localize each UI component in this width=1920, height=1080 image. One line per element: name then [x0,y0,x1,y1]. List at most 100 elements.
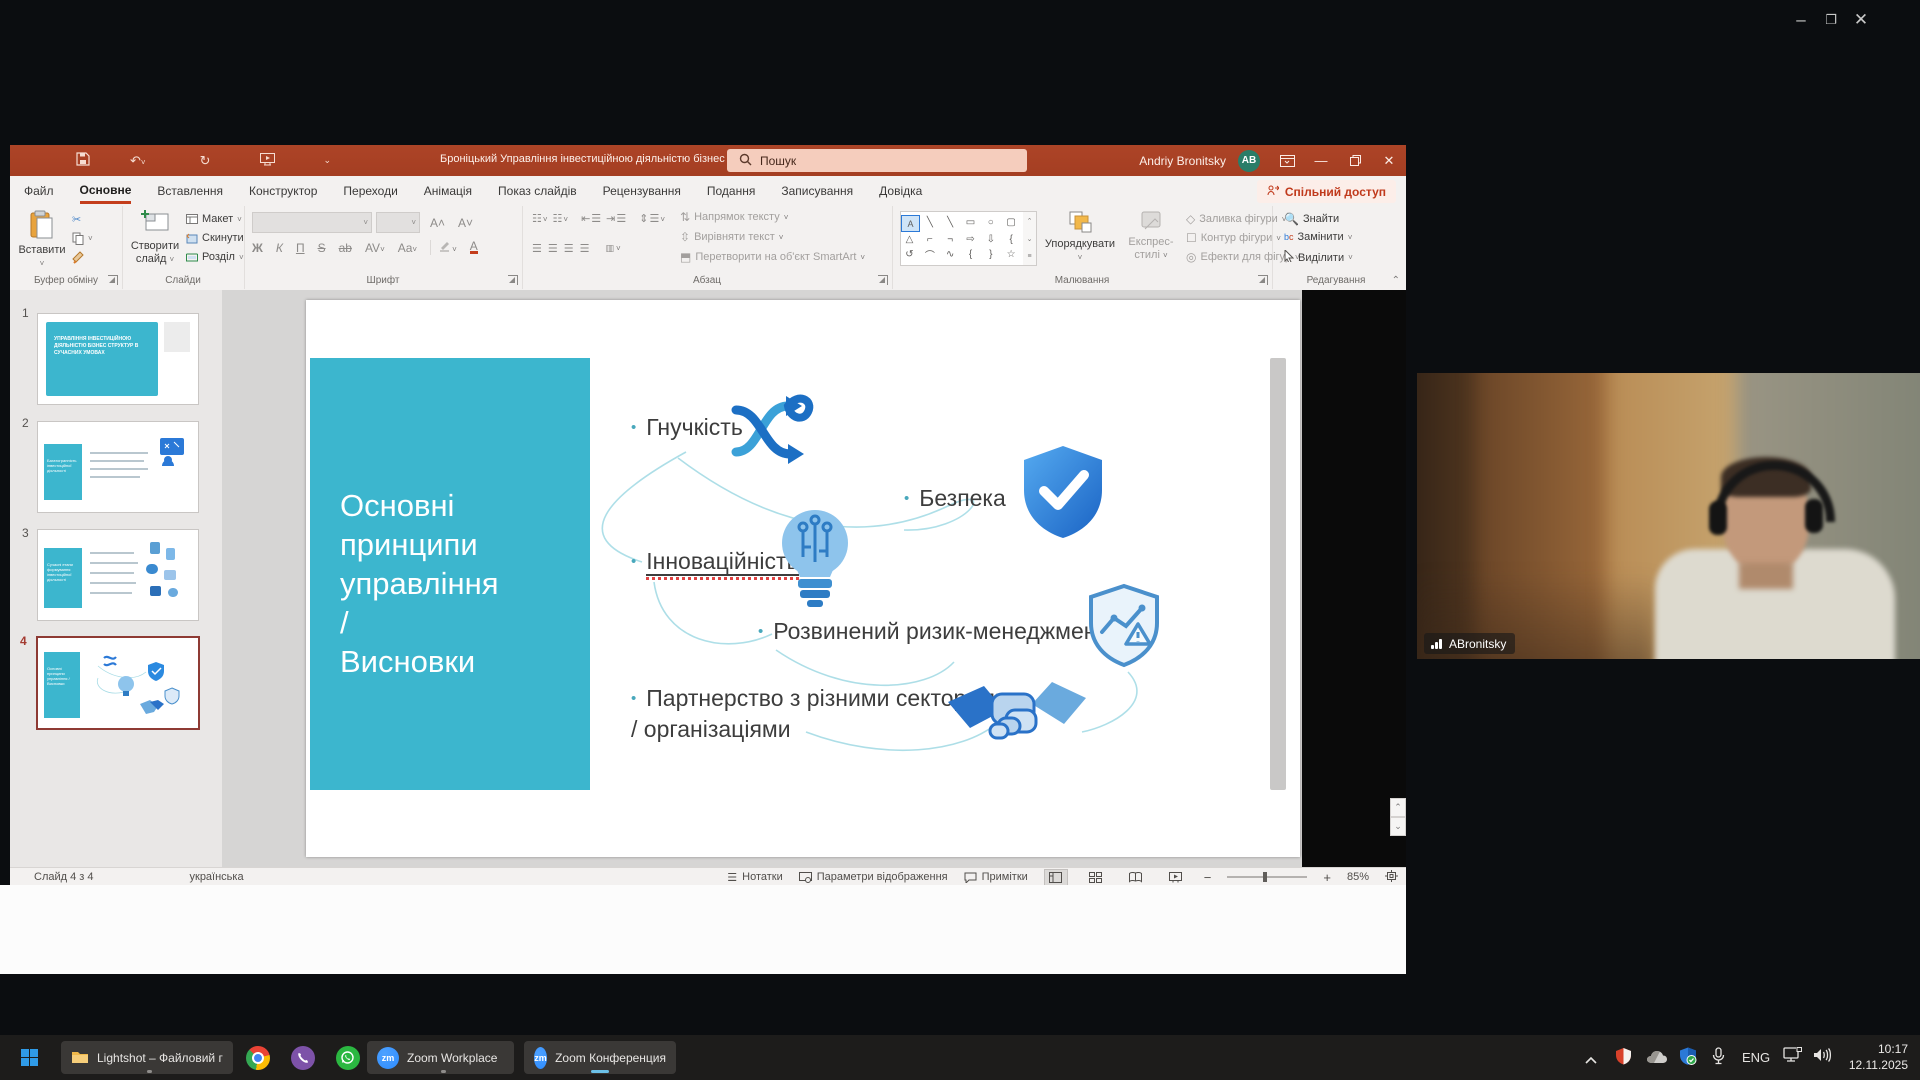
font-color-button[interactable]: А [470,241,478,254]
bullet-risk[interactable]: Розвинений ризик-менеджмент [758,616,1107,647]
search-box[interactable]: Пошук [727,149,1027,172]
shuffle-arrows-icon[interactable] [726,380,826,478]
tray-network-icon[interactable] [1783,1047,1803,1069]
normal-view-button[interactable] [1044,869,1068,886]
bullet-security[interactable]: Безпека [904,483,1006,514]
layout-button[interactable]: Макет˅ [186,213,242,225]
tray-microphone-icon[interactable] [1712,1047,1725,1070]
comments-button[interactable]: Примітки [964,871,1028,883]
bold-button[interactable]: Ж [252,241,263,255]
align-text-button[interactable]: ⇳Вирівняти текст˅ [680,230,783,244]
shell-restore-button[interactable]: ❐ [1816,12,1846,28]
language-indicator[interactable]: українська [190,871,244,883]
slide-scrollbar[interactable] [1270,358,1286,790]
undo-icon[interactable]: ↶˅ [130,153,146,169]
shapes-gallery-scroll[interactable]: ⌃⌄≡ [1023,211,1037,266]
shell-close-button[interactable]: ✕ [1846,10,1876,30]
tray-onedrive-icon[interactable] [1646,1050,1668,1069]
shrink-font-button[interactable]: A˅ [458,216,473,230]
ribbon-display-options-icon[interactable] [1270,145,1304,176]
select-button[interactable]: Виділити˅ [1284,250,1353,265]
tab-design[interactable]: Конструктор [249,180,317,202]
reading-view-button[interactable] [1124,869,1148,886]
zoom-slider[interactable] [1227,876,1307,878]
strikethrough2-button[interactable]: ab [339,241,352,255]
align-right-button[interactable]: ☰ [564,242,576,255]
slide-thumbnail-3[interactable]: Сучасні етапи формування інвестиційної д… [38,530,198,620]
paragraph-dialog-launcher[interactable] [878,275,888,285]
slideshow-view-button[interactable] [1164,869,1188,886]
line-spacing-button[interactable]: ⇕☰˅ [639,212,666,225]
slide-thumbnail-4[interactable]: Основні принципи управління / Висновки [38,638,198,728]
highlight-button[interactable]: ˅ [430,240,457,255]
text-direction-button[interactable]: ⇅Напрямок тексту˅ [680,210,788,224]
strikethrough-button[interactable]: S [318,241,326,255]
tab-animations[interactable]: Анімація [424,180,472,202]
tab-review[interactable]: Рецензування [603,180,681,202]
align-left-button[interactable]: ☰ [532,242,544,255]
tray-security-icon[interactable] [1615,1047,1632,1070]
shape-outline-button[interactable]: ☐Контур фігури˅ [1186,231,1281,245]
tab-insert[interactable]: Вставлення [157,180,223,202]
section-button[interactable]: Розділ˅ [186,251,244,263]
numbering-button[interactable]: ☷˅ [553,212,570,225]
grow-font-button[interactable]: A˄ [430,216,445,230]
ppt-minimize-button[interactable]: — [1304,145,1338,176]
taskbar-app-viber[interactable] [287,1042,318,1073]
italic-button[interactable]: К [276,241,283,255]
tray-chevron-icon[interactable] [1585,1051,1597,1069]
font-name-combo[interactable]: ˅ [252,212,372,233]
tab-slideshow[interactable]: Показ слайдів [498,180,577,202]
tab-home[interactable]: Основне [80,179,132,204]
zoom-level[interactable]: 85% [1347,871,1369,883]
webcam-video[interactable]: ABronitsky [1417,373,1920,659]
redo-icon[interactable]: ↻ [200,153,211,169]
lightbulb-icon[interactable] [778,503,852,615]
reset-button[interactable]: Скинути [186,232,244,244]
customize-qat-icon[interactable]: ⌄ [323,155,331,166]
slide-sorter-view-button[interactable] [1084,869,1108,886]
fit-to-window-icon[interactable] [1385,870,1398,885]
columns-button[interactable]: ▥˅ [606,243,623,254]
tray-defender-icon[interactable] [1679,1047,1697,1070]
zoom-slider-thumb[interactable] [1263,872,1267,882]
drawing-dialog-launcher[interactable] [1258,275,1268,285]
font-dialog-launcher[interactable] [508,275,518,285]
start-slideshow-icon[interactable] [260,153,275,169]
tab-record[interactable]: Записування [781,180,853,202]
format-painter-button[interactable] [72,251,85,264]
taskbar-app-zoom-meeting[interactable]: zm Zoom Конференция [524,1041,676,1074]
tab-help[interactable]: Довідка [879,180,922,202]
ppt-close-button[interactable]: ✕ [1372,145,1406,176]
collapse-ribbon-icon[interactable]: ⌃ [1392,275,1400,286]
slide-page[interactable]: Основні принципи управління / Висновки Г… [306,300,1300,857]
decrease-indent-button[interactable]: ⇤☰ [581,212,602,225]
account-name[interactable]: Andriy Bronitsky [1139,154,1226,168]
account-avatar[interactable]: AB [1238,150,1260,172]
shapes-gallery[interactable]: A ╲╲▭○▢ △⌐¬⇨⇩{ ↺⌒∿{}☆ [900,211,1024,266]
taskbar-app-whatsapp[interactable] [332,1042,363,1073]
handshake-icon[interactable] [946,666,1088,754]
slide-thumbnail-1[interactable]: УПРАВЛІННЯ ІНВЕСТИЦІЙНОЮ ДІЯЛЬНІСТЮ БІЗН… [38,314,198,404]
tab-file[interactable]: Файл [24,180,54,202]
taskbar-app-chrome[interactable] [242,1042,273,1073]
tab-transitions[interactable]: Переходи [343,180,397,202]
font-size-combo[interactable]: ˅ [376,212,420,233]
bullets-button[interactable]: ☷˅ [532,212,549,225]
taskbar-app-zoom-workplace[interactable]: zm Zoom Workplace [367,1041,514,1074]
slide-thumbnail-2[interactable]: Багатогранність інвестиційної діяльності [38,422,198,512]
new-slide-button[interactable]: Створити слайд ˅ [126,210,184,266]
change-case-button[interactable]: Aa˅ [398,241,417,255]
cut-button[interactable]: ✂ [72,213,81,226]
tab-view[interactable]: Подання [707,180,755,202]
previous-slide-button[interactable]: ⌃ [1390,798,1406,817]
shield-chart-icon[interactable] [1084,582,1164,670]
increase-indent-button[interactable]: ⇥☰ [606,212,627,225]
bullet-innovation[interactable]: Інноваційність [631,546,799,577]
zoom-out-button[interactable]: − [1204,870,1212,885]
tray-speaker-icon[interactable] [1813,1047,1831,1068]
align-center-button[interactable]: ☰ [548,242,560,255]
slide-title-box[interactable]: Основні принципи управління / Висновки [310,358,590,790]
replace-button[interactable]: bc Замінити˅ [1284,231,1352,243]
notes-button[interactable]: ☰Нотатки [727,871,782,884]
